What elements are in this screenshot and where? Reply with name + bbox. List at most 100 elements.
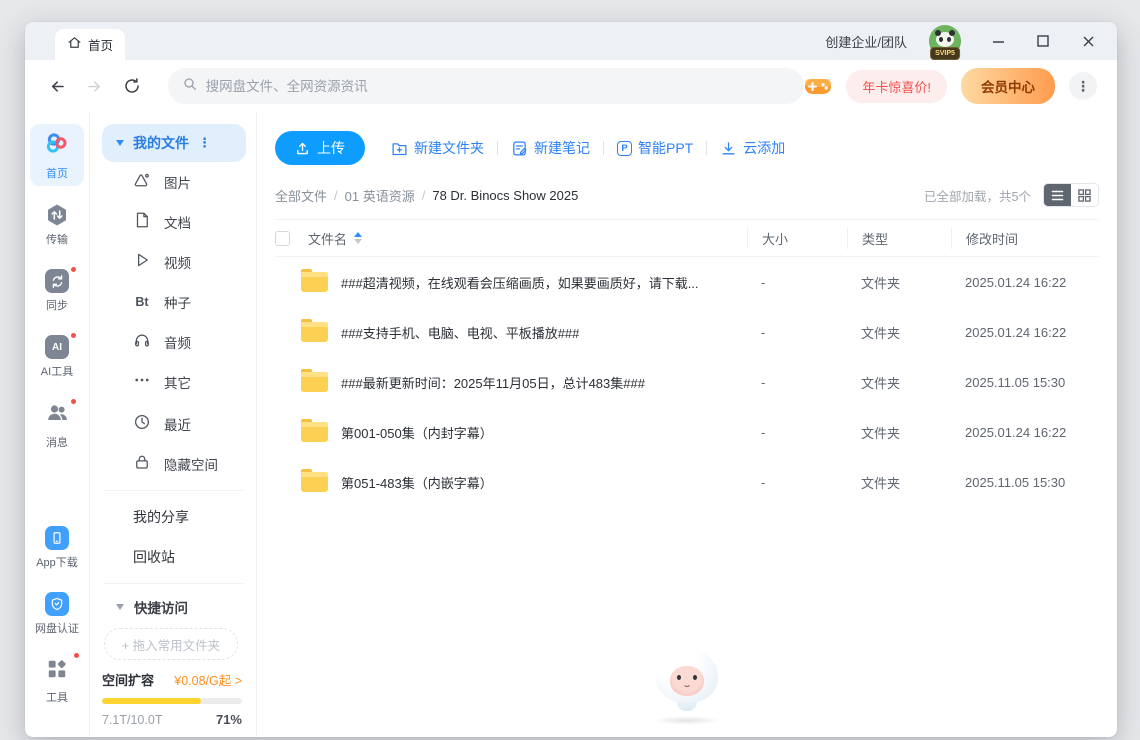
mascot-character <box>645 647 729 725</box>
tab-label: 首页 <box>88 35 113 54</box>
sidebar-item-recent[interactable]: 最近 <box>102 404 246 444</box>
table-row[interactable]: ###最新更新时间：2025年11月05日，总计483集### - 文件夹 20… <box>275 357 1099 407</box>
my-files-label: 我的文件 <box>133 133 189 153</box>
sidebar-item-torrents[interactable]: Bt 种子 <box>102 282 246 322</box>
storage-progress-fill <box>102 698 201 704</box>
maximize-button[interactable] <box>1028 28 1058 54</box>
file-type: 文件夹 <box>847 323 951 342</box>
chevron-down-icon <box>116 140 124 146</box>
new-note-button[interactable]: 新建笔记 <box>511 138 590 158</box>
document-icon <box>133 211 151 234</box>
content-panel: 上传 新建文件夹 新建笔记 P 智能PPT <box>257 112 1117 737</box>
notification-dot <box>73 652 80 659</box>
more-menu-button[interactable]: ⋮ <box>1069 72 1097 100</box>
breadcrumb-item[interactable]: 01 英语资源 <box>345 186 415 205</box>
quick-access-drop-zone[interactable]: + 拖入常用文件夹 <box>104 628 238 660</box>
minimize-button[interactable] <box>983 28 1013 54</box>
rail-item-app-download[interactable]: App下载 <box>30 520 84 575</box>
table-body: ###超清视频，在线观看会压缩画质，如果要画质好，请下载... - 文件夹 20… <box>275 257 1099 507</box>
column-header-size[interactable]: 大小 <box>747 227 847 249</box>
rail-item-home[interactable]: 首页 <box>30 124 84 186</box>
file-size: - <box>747 375 847 390</box>
sidebar-item-others[interactable]: 其它 <box>102 362 246 402</box>
sidebar-section-quick-access[interactable]: 快捷访问 <box>102 590 246 624</box>
table-row[interactable]: ###超清视频，在线观看会压缩画质，如果要画质好，请下载... - 文件夹 20… <box>275 257 1099 307</box>
rail-label: 消息 <box>46 434 68 450</box>
search-input[interactable] <box>206 79 791 94</box>
panda-face-icon <box>936 32 954 47</box>
game-center-icon[interactable] <box>804 75 832 97</box>
column-header-modified[interactable]: 修改时间 <box>951 227 1099 249</box>
file-size: - <box>747 425 847 440</box>
storage-percent: 71% <box>216 712 242 727</box>
transfer-icon <box>45 203 69 227</box>
file-name: 第001-050集（内封字幕） <box>341 423 493 442</box>
column-header-type[interactable]: 类型 <box>847 227 951 249</box>
forward-button[interactable] <box>82 73 108 99</box>
breadcrumb: 全部文件 / 01 英语资源 / 78 Dr. Binocs Show 2025… <box>275 183 1099 207</box>
vip-level-badge: SVIP5 <box>930 47 960 60</box>
divider <box>603 141 604 155</box>
rail-item-messages[interactable]: 消息 <box>30 395 84 455</box>
clock-icon <box>133 413 151 436</box>
new-folder-button[interactable]: 新建文件夹 <box>391 138 484 158</box>
sidebar-item-pictures[interactable]: 图片 <box>102 162 246 202</box>
back-button[interactable] <box>45 73 71 99</box>
table-row[interactable]: 第051-483集（内嵌字幕） - 文件夹 2025.11.05 15:30 <box>275 457 1099 507</box>
breadcrumb-current: 78 Dr. Binocs Show 2025 <box>432 188 578 203</box>
new-folder-icon <box>391 140 408 157</box>
notification-dot <box>70 266 77 273</box>
file-name: ###超清视频，在线观看会压缩画质，如果要画质好，请下载... <box>341 273 699 292</box>
table-row[interactable]: ###支持手机、电脑、电视、平板播放### - 文件夹 2025.01.24 1… <box>275 307 1099 357</box>
breadcrumb-item[interactable]: 全部文件 <box>275 186 327 205</box>
navbar: 年卡惊喜价! 会员中心 ⋮ <box>25 60 1117 112</box>
smart-ppt-button[interactable]: P 智能PPT <box>617 138 693 158</box>
sort-icon[interactable] <box>354 232 362 244</box>
sidebar-item-audio[interactable]: 音频 <box>102 322 246 362</box>
sidebar-item-my-files[interactable]: 我的文件 ⋮ <box>102 124 246 162</box>
ellipsis-icon <box>133 371 151 394</box>
sidebar-item-recycle-bin[interactable]: 回收站 <box>102 537 246 577</box>
rail-item-ai-tools[interactable]: AI AI工具 <box>30 329 84 384</box>
my-files-menu-icon[interactable]: ⋮ <box>198 135 211 151</box>
rail-item-verification[interactable]: 网盘认证 <box>30 586 84 641</box>
netdisk-logo-icon <box>44 130 70 161</box>
action-bar: 上传 新建文件夹 新建笔记 P 智能PPT <box>275 130 1099 166</box>
sidebar-item-documents[interactable]: 文档 <box>102 202 246 242</box>
file-name: ###支持手机、电脑、电视、平板播放### <box>341 323 579 342</box>
vip-center-button[interactable]: 会员中心 <box>961 68 1055 104</box>
shield-icon <box>45 592 69 616</box>
column-header-name[interactable]: 文件名 <box>308 229 347 248</box>
table-row[interactable]: 第001-050集（内封字幕） - 文件夹 2025.01.24 16:22 <box>275 407 1099 457</box>
sidebar-item-hidden-space[interactable]: 隐藏空间 <box>102 444 246 484</box>
tab-home[interactable]: 首页 <box>55 29 125 60</box>
sidebar-item-my-shares[interactable]: 我的分享 <box>102 497 246 537</box>
ppt-icon: P <box>617 141 632 156</box>
rail-item-transfer[interactable]: 传输 <box>30 197 84 252</box>
select-all-checkbox[interactable] <box>275 231 290 246</box>
rail-item-sync[interactable]: 同步 <box>30 263 84 318</box>
people-icon <box>45 401 69 430</box>
refresh-button[interactable] <box>119 73 145 99</box>
avatar[interactable]: SVIP5 <box>929 25 961 57</box>
titlebar: 首页 创建企业/团队 SVIP5 <box>25 22 1117 60</box>
close-button[interactable] <box>1073 28 1103 54</box>
chevron-down-icon <box>116 604 124 610</box>
list-view-button[interactable] <box>1044 184 1071 206</box>
play-icon <box>133 251 151 274</box>
grid-view-button[interactable] <box>1071 184 1098 206</box>
rail-item-tools[interactable]: 工具 <box>30 652 84 710</box>
notification-dot <box>70 332 77 339</box>
home-icon <box>67 35 82 55</box>
capacity-title: 空间扩容 <box>102 670 154 689</box>
file-type: 文件夹 <box>847 373 951 392</box>
expand-storage-link[interactable]: ¥0.08/G起 > <box>174 670 242 689</box>
storage-progress-bar <box>102 698 242 704</box>
upload-button[interactable]: 上传 <box>275 131 365 165</box>
promo-banner[interactable]: 年卡惊喜价! <box>846 70 947 103</box>
cloud-add-button[interactable]: 云添加 <box>720 138 785 158</box>
search-icon <box>182 76 198 97</box>
create-team-link[interactable]: 创建企业/团队 <box>825 32 907 51</box>
sidebar-item-videos[interactable]: 视频 <box>102 242 246 282</box>
table-header: 文件名 大小 类型 修改时间 <box>275 219 1099 257</box>
